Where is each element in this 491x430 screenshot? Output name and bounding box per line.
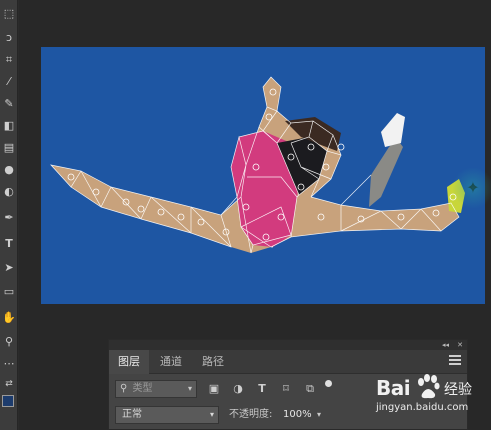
document-canvas[interactable] [41,47,485,304]
kind-select-label: 类型 [132,383,153,394]
hand-icon[interactable]: ✋ [1,310,17,326]
tab-layers[interactable]: 图层 [109,350,149,374]
search-icon: ⚲ [120,383,128,394]
adjustment-filter-icon[interactable]: ◑ [231,382,245,396]
paw-logo-icon [418,374,440,399]
lasso-icon[interactable]: ↄ [1,30,17,46]
image-filter-icon[interactable]: ▣ [207,382,221,396]
more-tools-icon[interactable]: ⋯ [1,356,17,372]
baidu-watermark: Bai 经验 jingyan.baidu.com [370,374,491,424]
gradient-icon[interactable]: ▤ [1,140,17,156]
marquee-icon[interactable]: ⬚ [1,6,17,22]
tab-paths[interactable]: 路径 [193,350,233,374]
crop-icon[interactable]: ⌗ [1,52,17,68]
type-filter-icon[interactable]: T [255,382,269,396]
zoom-icon[interactable]: ⚲ [1,334,17,350]
swap-colors-icon[interactable]: ⇄ [1,376,17,392]
watermark-brand: Bai [376,376,411,400]
tab-channels[interactable]: 通道 [151,350,191,374]
dodge-icon[interactable]: ◐ [1,184,17,200]
path-select-icon[interactable]: ➤ [1,260,17,276]
opacity-input[interactable]: 100% [281,406,321,424]
opacity-label: 不透明度: [229,409,273,420]
collapse-icon[interactable]: ◂◂ [442,340,449,350]
chevron-down-icon: ▾ [209,410,214,419]
panel-menu-icon[interactable] [449,355,461,367]
close-icon[interactable]: ✕ [457,340,463,350]
chevron-down-icon: ▾ [187,384,192,393]
gymnast-image [50,76,465,254]
panel-header-strip: ◂◂ ✕ [109,340,467,350]
foreground-color-swatch[interactable] [2,395,14,407]
blur-icon[interactable]: ● [1,162,17,178]
blend-mode-value: 正常 [122,409,142,420]
eyedropper-icon[interactable]: ⁄ [1,74,17,90]
smart-object-filter-icon[interactable]: ⧉ [303,382,317,396]
filter-toggle-icon[interactable] [325,380,332,387]
brush-icon[interactable]: ✎ [1,96,17,112]
watermark-url: jingyan.baidu.com [376,402,469,413]
tools-panel: ⬚ ↄ ⌗ ⁄ ✎ ◧ ▤ ● ◐ ✒ T ➤ ▭ ✋ ⚲ ⋯ ⇄ [0,0,18,430]
chevron-down-icon[interactable]: ▾ [317,406,321,424]
blend-mode-select[interactable]: 正常 ▾ [115,406,219,424]
pen-icon[interactable]: ✒ [1,210,17,226]
watermark-brand-suffix: 经验 [444,382,472,398]
type-icon[interactable]: T [1,236,17,252]
eraser-icon[interactable]: ◧ [1,118,17,134]
pin-icon: ✦ [452,167,491,209]
shape-filter-icon[interactable]: ⌑ [279,382,293,396]
layers-panel-tabs: 图层 通道 路径 [109,350,467,374]
layer-kind-select[interactable]: ⚲ 类型 ▾ [115,380,197,398]
rectangle-icon[interactable]: ▭ [1,284,17,300]
